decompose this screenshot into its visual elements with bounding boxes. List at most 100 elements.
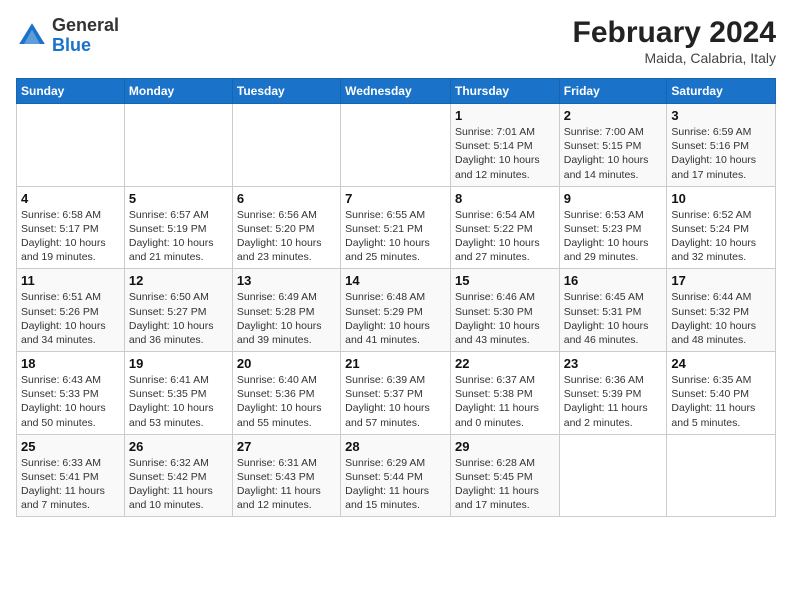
day-info: Sunrise: 6:58 AMSunset: 5:17 PMDaylight:… (21, 208, 120, 265)
day-number: 24 (671, 356, 771, 371)
day-info: Sunrise: 6:41 AMSunset: 5:35 PMDaylight:… (129, 373, 228, 430)
day-info: Sunrise: 7:01 AMSunset: 5:14 PMDaylight:… (455, 125, 555, 182)
calendar-table: SundayMondayTuesdayWednesdayThursdayFrid… (16, 78, 776, 517)
day-info: Sunrise: 6:31 AMSunset: 5:43 PMDaylight:… (237, 456, 336, 513)
calendar-cell: 25 Sunrise: 6:33 AMSunset: 5:41 PMDayligh… (17, 434, 125, 517)
calendar-cell: 23 Sunrise: 6:36 AMSunset: 5:39 PMDayligh… (559, 352, 667, 435)
calendar-cell: 29 Sunrise: 6:28 AMSunset: 5:45 PMDayligh… (450, 434, 559, 517)
calendar-cell: 18 Sunrise: 6:43 AMSunset: 5:33 PMDayligh… (17, 352, 125, 435)
day-number: 11 (21, 273, 120, 288)
logo-blue: Blue (52, 36, 119, 56)
day-info: Sunrise: 6:40 AMSunset: 5:36 PMDaylight:… (237, 373, 336, 430)
day-info: Sunrise: 6:32 AMSunset: 5:42 PMDaylight:… (129, 456, 228, 513)
calendar-cell: 5 Sunrise: 6:57 AMSunset: 5:19 PMDaylight… (124, 186, 232, 269)
calendar-cell: 10 Sunrise: 6:52 AMSunset: 5:24 PMDayligh… (667, 186, 776, 269)
calendar-cell: 21 Sunrise: 6:39 AMSunset: 5:37 PMDayligh… (341, 352, 451, 435)
day-info: Sunrise: 6:36 AMSunset: 5:39 PMDaylight:… (564, 373, 663, 430)
calendar-cell: 22 Sunrise: 6:37 AMSunset: 5:38 PMDayligh… (450, 352, 559, 435)
day-info: Sunrise: 6:50 AMSunset: 5:27 PMDaylight:… (129, 290, 228, 347)
calendar-cell: 4 Sunrise: 6:58 AMSunset: 5:17 PMDaylight… (17, 186, 125, 269)
day-number: 26 (129, 439, 228, 454)
day-number: 8 (455, 191, 555, 206)
day-number: 10 (671, 191, 771, 206)
page-title: February 2024 (573, 16, 776, 50)
day-number: 21 (345, 356, 446, 371)
day-info: Sunrise: 6:57 AMSunset: 5:19 PMDaylight:… (129, 208, 228, 265)
day-info: Sunrise: 6:48 AMSunset: 5:29 PMDaylight:… (345, 290, 446, 347)
calendar-cell: 24 Sunrise: 6:35 AMSunset: 5:40 PMDayligh… (667, 352, 776, 435)
col-header-sunday: Sunday (17, 79, 125, 104)
calendar-cell: 26 Sunrise: 6:32 AMSunset: 5:42 PMDayligh… (124, 434, 232, 517)
day-info: Sunrise: 6:44 AMSunset: 5:32 PMDaylight:… (671, 290, 771, 347)
day-info: Sunrise: 6:46 AMSunset: 5:30 PMDaylight:… (455, 290, 555, 347)
day-number: 3 (671, 108, 771, 123)
day-number: 15 (455, 273, 555, 288)
day-number: 5 (129, 191, 228, 206)
day-info: Sunrise: 6:37 AMSunset: 5:38 PMDaylight:… (455, 373, 555, 430)
day-info: Sunrise: 6:51 AMSunset: 5:26 PMDaylight:… (21, 290, 120, 347)
col-header-saturday: Saturday (667, 79, 776, 104)
day-number: 25 (21, 439, 120, 454)
calendar-cell: 20 Sunrise: 6:40 AMSunset: 5:36 PMDayligh… (232, 352, 340, 435)
day-info: Sunrise: 6:45 AMSunset: 5:31 PMDaylight:… (564, 290, 663, 347)
col-header-friday: Friday (559, 79, 667, 104)
calendar-cell: 19 Sunrise: 6:41 AMSunset: 5:35 PMDayligh… (124, 352, 232, 435)
day-number: 6 (237, 191, 336, 206)
day-info: Sunrise: 6:56 AMSunset: 5:20 PMDaylight:… (237, 208, 336, 265)
day-number: 20 (237, 356, 336, 371)
calendar-cell: 8 Sunrise: 6:54 AMSunset: 5:22 PMDaylight… (450, 186, 559, 269)
col-header-monday: Monday (124, 79, 232, 104)
day-info: Sunrise: 6:29 AMSunset: 5:44 PMDaylight:… (345, 456, 446, 513)
day-number: 13 (237, 273, 336, 288)
day-number: 18 (21, 356, 120, 371)
day-number: 12 (129, 273, 228, 288)
calendar-week-2: 4 Sunrise: 6:58 AMSunset: 5:17 PMDaylight… (17, 186, 776, 269)
day-number: 1 (455, 108, 555, 123)
day-info: Sunrise: 6:39 AMSunset: 5:37 PMDaylight:… (345, 373, 446, 430)
day-info: Sunrise: 6:28 AMSunset: 5:45 PMDaylight:… (455, 456, 555, 513)
day-number: 4 (21, 191, 120, 206)
day-info: Sunrise: 6:33 AMSunset: 5:41 PMDaylight:… (21, 456, 120, 513)
calendar-cell: 17 Sunrise: 6:44 AMSunset: 5:32 PMDayligh… (667, 269, 776, 352)
day-number: 9 (564, 191, 663, 206)
calendar-cell: 16 Sunrise: 6:45 AMSunset: 5:31 PMDayligh… (559, 269, 667, 352)
calendar-cell (232, 104, 340, 187)
day-info: Sunrise: 7:00 AMSunset: 5:15 PMDaylight:… (564, 125, 663, 182)
calendar-cell: 3 Sunrise: 6:59 AMSunset: 5:16 PMDaylight… (667, 104, 776, 187)
day-info: Sunrise: 6:52 AMSunset: 5:24 PMDaylight:… (671, 208, 771, 265)
day-number: 17 (671, 273, 771, 288)
calendar-cell: 12 Sunrise: 6:50 AMSunset: 5:27 PMDayligh… (124, 269, 232, 352)
calendar-cell: 7Sunrise: 6:55 AMSunset: 5:21 PMDaylight… (341, 186, 451, 269)
day-number: 29 (455, 439, 555, 454)
day-info: Sunrise: 6:35 AMSunset: 5:40 PMDaylight:… (671, 373, 771, 430)
calendar-cell: 6 Sunrise: 6:56 AMSunset: 5:20 PMDaylight… (232, 186, 340, 269)
col-header-thursday: Thursday (450, 79, 559, 104)
col-header-tuesday: Tuesday (232, 79, 340, 104)
day-info: Sunrise: 6:49 AMSunset: 5:28 PMDaylight:… (237, 290, 336, 347)
day-number: 16 (564, 273, 663, 288)
calendar-cell: 13 Sunrise: 6:49 AMSunset: 5:28 PMDayligh… (232, 269, 340, 352)
day-info: Sunrise: 6:43 AMSunset: 5:33 PMDaylight:… (21, 373, 120, 430)
day-number: 22 (455, 356, 555, 371)
day-number: 14 (345, 273, 446, 288)
day-info: Sunrise: 6:53 AMSunset: 5:23 PMDaylight:… (564, 208, 663, 265)
calendar-cell: 1 Sunrise: 7:01 AMSunset: 5:14 PMDaylight… (450, 104, 559, 187)
day-info: Sunrise: 6:59 AMSunset: 5:16 PMDaylight:… (671, 125, 771, 182)
calendar-cell (559, 434, 667, 517)
day-number: 28 (345, 439, 446, 454)
day-number: 19 (129, 356, 228, 371)
title-block: February 2024 Maida, Calabria, Italy (573, 16, 776, 66)
calendar-week-5: 25 Sunrise: 6:33 AMSunset: 5:41 PMDayligh… (17, 434, 776, 517)
calendar-header-row: SundayMondayTuesdayWednesdayThursdayFrid… (17, 79, 776, 104)
calendar-cell: 15 Sunrise: 6:46 AMSunset: 5:30 PMDayligh… (450, 269, 559, 352)
day-info: Sunrise: 6:54 AMSunset: 5:22 PMDaylight:… (455, 208, 555, 265)
calendar-cell: 27 Sunrise: 6:31 AMSunset: 5:43 PMDayligh… (232, 434, 340, 517)
calendar-cell (341, 104, 451, 187)
page-subtitle: Maida, Calabria, Italy (573, 50, 776, 66)
calendar-week-4: 18 Sunrise: 6:43 AMSunset: 5:33 PMDayligh… (17, 352, 776, 435)
day-number: 27 (237, 439, 336, 454)
calendar-cell: 14 Sunrise: 6:48 AMSunset: 5:29 PMDayligh… (341, 269, 451, 352)
logo-general: General (52, 16, 119, 36)
col-header-wednesday: Wednesday (341, 79, 451, 104)
day-number: 23 (564, 356, 663, 371)
